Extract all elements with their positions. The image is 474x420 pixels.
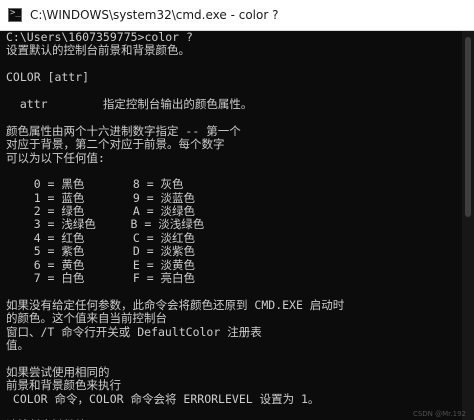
vertical-scrollbar[interactable]: [462, 31, 474, 420]
console-line: 1 = 蓝色 9 = 淡蓝色: [6, 190, 196, 205]
scrollbar-thumb[interactable]: [465, 37, 471, 217]
window-title: C:\WINDOWS\system32\cmd.exe - color ?: [30, 8, 279, 22]
cmd-window: >_ C:\WINDOWS\system32\cmd.exe - color ?…: [0, 0, 474, 420]
console-line: 颜色属性由两个十六进制数字指定 -- 第一个: [6, 123, 241, 138]
console-line: 0 = 黑色 8 = 灰色: [6, 177, 184, 192]
console-line: COLOR 命令，COLOR 命令会将 ERRORLEVEL 设置为 1。: [6, 391, 320, 406]
console-line: COLOR [attr]: [6, 70, 90, 85]
console-line: C:\Users\1607359775>color ?: [6, 31, 193, 44]
console-line: 对应于背景，第二个对应于前景。每个数字: [6, 137, 225, 152]
title-bar[interactable]: >_ C:\WINDOWS\system32\cmd.exe - color ?: [0, 0, 474, 31]
console-line: 6 = 黄色 E = 淡黄色: [6, 257, 196, 272]
console-line: 如果尝试使用相同的: [6, 364, 110, 379]
console-line: 窗口、/T 命令行开关或 DefaultColor 注册表: [6, 324, 262, 339]
prompt-glyph-icon: >_: [10, 8, 21, 18]
console-line: 4 = 红色 C = 淡红色: [6, 230, 196, 245]
console-line: 设置默认的控制台前景和背景颜色。: [6, 43, 190, 58]
console-line: 5 = 紫色 D = 淡紫色: [6, 244, 196, 259]
console-line: 2 = 绿色 A = 淡绿色: [6, 204, 196, 219]
cmd-icon[interactable]: >_: [8, 8, 22, 22]
console-line: 7 = 白色 F = 亮白色: [6, 271, 196, 286]
console-line: 值。: [6, 337, 29, 352]
console-line: 的颜色。这个值来自当前控制台: [6, 311, 167, 326]
console-line: attr 指定控制台输出的颜色属性。: [6, 96, 253, 111]
console-line: 如果没有给定任何参数，此命令会将颜色还原到 CMD.EXE 启动时: [6, 297, 345, 312]
watermark: CSDN @Mr.192: [412, 410, 466, 418]
console-output[interactable]: C:\Users\1607359775>color ? 设置默认的控制台前景和背景…: [0, 31, 462, 420]
console-line: 3 = 浅绿色 B = 淡浅绿色: [6, 217, 205, 232]
console-line: 可以为以下任何值:: [6, 150, 105, 165]
console-line: 前景和背景颜色来执行: [6, 378, 121, 393]
